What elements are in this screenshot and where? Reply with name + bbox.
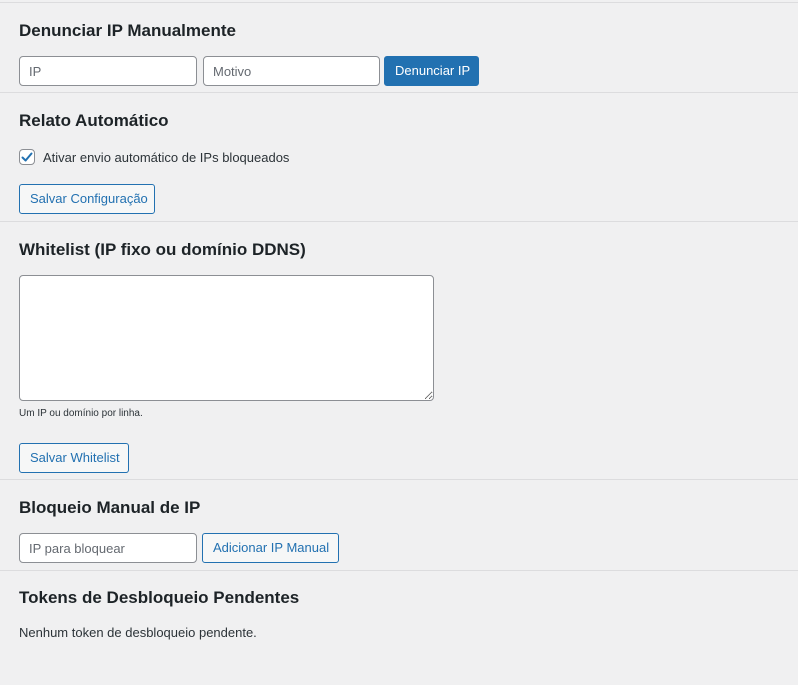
report-ip-button[interactable]: Denunciar IP bbox=[384, 56, 479, 86]
auto-report-heading: Relato Automático bbox=[19, 111, 169, 130]
save-whitelist-button[interactable]: Salvar Whitelist bbox=[19, 443, 129, 473]
block-ip-input[interactable] bbox=[19, 533, 197, 563]
manual-block-heading: Bloqueio Manual de IP bbox=[19, 498, 201, 517]
auto-report-checkbox[interactable] bbox=[19, 149, 35, 165]
whitelist-description: Um IP ou domínio por linha. bbox=[19, 408, 143, 419]
report-ip-input[interactable] bbox=[19, 56, 197, 86]
settings-page: Denunciar IP Manualmente Denunciar IP Re… bbox=[0, 0, 798, 685]
section-divider bbox=[0, 92, 798, 93]
pending-tokens-heading: Tokens de Desbloqueio Pendentes bbox=[19, 588, 300, 607]
auto-report-option[interactable]: Ativar envio automático de IPs bloqueado… bbox=[19, 148, 289, 166]
whitelist-heading: Whitelist (IP fixo ou domínio DDNS) bbox=[19, 240, 306, 259]
add-manual-ip-button[interactable]: Adicionar IP Manual bbox=[202, 533, 339, 563]
report-reason-input[interactable] bbox=[203, 56, 380, 86]
no-pending-tokens-message: Nenhum token de desbloqueio pendente. bbox=[19, 625, 257, 640]
section-divider bbox=[0, 570, 798, 571]
manual-report-heading: Denunciar IP Manualmente bbox=[19, 21, 236, 40]
auto-report-checkbox-label: Ativar envio automático de IPs bloqueado… bbox=[43, 149, 290, 165]
section-divider bbox=[0, 221, 798, 222]
whitelist-textarea[interactable] bbox=[19, 275, 434, 401]
save-configuration-button[interactable]: Salvar Configuração bbox=[19, 184, 155, 214]
section-divider bbox=[0, 479, 798, 480]
section-divider bbox=[0, 2, 798, 3]
checkmark-icon bbox=[21, 152, 33, 162]
